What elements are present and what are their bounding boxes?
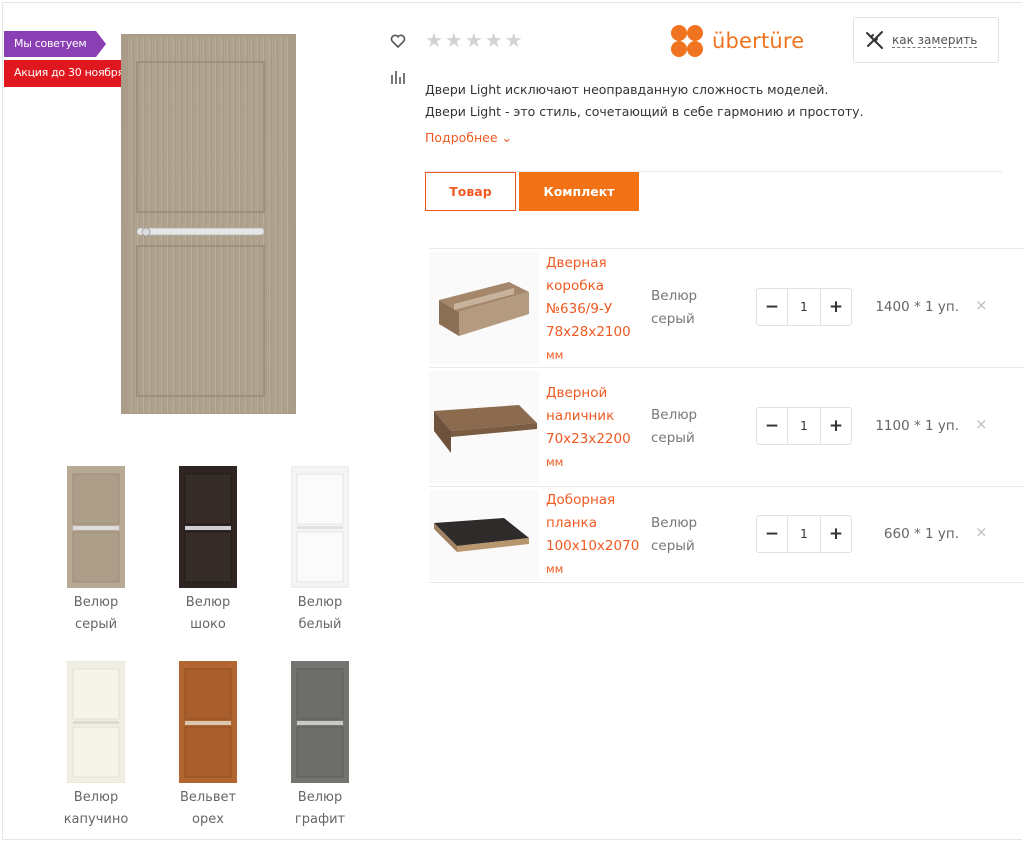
variant-label-line-2: белый <box>298 617 342 632</box>
quantity-input[interactable]: 1 <box>787 516 821 552</box>
how-to-measure-button[interactable]: как замерить <box>853 17 999 63</box>
remove-icon[interactable]: × <box>975 296 988 314</box>
product-name[interactable]: Дверная коробка №636/9-У 78х28х2100 мм <box>546 252 646 367</box>
variant-thumb[interactable]: Велюр серый <box>40 466 152 636</box>
product-name-text[interactable]: Доборная планка 100х10х2070 <box>546 492 639 554</box>
ubertuere-logo-icon <box>671 25 703 57</box>
table-bottom-border <box>429 582 1024 583</box>
quantity-input[interactable]: 1 <box>787 289 821 325</box>
rating-stars[interactable]: ★★★★★ <box>425 28 525 52</box>
product-finish: Велюр серый <box>651 285 697 331</box>
quantity-stepper: − 1 + <box>756 515 852 553</box>
increase-button[interactable]: + <box>821 516 851 552</box>
recommend-badge: Мы советуем <box>4 31 107 57</box>
variant-thumb[interactable]: Велюр капучино <box>40 661 152 831</box>
description-line-1: Двери Light исключают неоправданную слож… <box>425 82 829 97</box>
main-door-image[interactable] <box>121 34 296 414</box>
product-unit: мм <box>546 562 564 576</box>
product-name-text[interactable]: Дверной наличник 70х23х2200 <box>546 385 631 447</box>
variant-label-line-2: шоко <box>190 617 226 632</box>
variant-label-line-2: графит <box>294 812 346 827</box>
ruler-pencil-icon <box>866 31 883 49</box>
product-name[interactable]: Доборная планка 100х10х2070 мм <box>546 489 646 581</box>
finish-line-2: серый <box>651 538 695 554</box>
quantity-stepper: − 1 + <box>756 288 852 326</box>
variant-label-line-2: серый <box>74 617 118 632</box>
variant-label-line-1: Вельвет <box>179 790 237 805</box>
product-unit: мм <box>546 455 564 469</box>
brand-name: übertüre <box>712 29 805 53</box>
variant-label-line-2: орех <box>192 812 224 827</box>
brand-logo: übertüre <box>670 24 804 58</box>
product-price: 1100 * 1 уп. <box>875 418 959 434</box>
remove-icon[interactable]: × <box>975 523 988 541</box>
finish-line-2: серый <box>651 311 695 327</box>
variant-thumb[interactable]: Вельвет орех <box>152 661 264 831</box>
variant-label-line-2: капучино <box>63 812 129 827</box>
variant-label-line-1: Велюр <box>73 595 119 610</box>
variant-thumb[interactable]: Велюр графит <box>264 661 376 831</box>
decrease-button[interactable]: − <box>757 516 787 552</box>
variant-label-line-1: Велюр <box>297 595 343 610</box>
product-finish: Велюр серый <box>651 512 697 558</box>
variant-door-image <box>67 661 125 783</box>
product-finish: Велюр серый <box>651 404 697 450</box>
increase-button[interactable]: + <box>821 408 851 444</box>
product-unit: мм <box>546 348 564 362</box>
extension-board-image <box>429 490 539 580</box>
finish-line-1: Велюр <box>651 515 698 531</box>
variant-door-image <box>67 466 125 588</box>
product-price: 660 * 1 уп. <box>883 526 959 542</box>
variant-label-line-1: Велюр <box>297 790 343 805</box>
product-name[interactable]: Дверной наличник 70х23х2200 мм <box>546 382 646 474</box>
how-to-measure-label: как замерить <box>892 32 978 48</box>
decrease-button[interactable]: − <box>757 289 787 325</box>
variant-door-image <box>179 466 237 588</box>
quantity-input[interactable]: 1 <box>787 408 821 444</box>
variant-door-image <box>291 661 349 783</box>
product-name-text[interactable]: Дверная коробка №636/9-У 78х28х2100 <box>546 255 631 340</box>
remove-icon[interactable]: × <box>975 415 988 433</box>
heart-icon[interactable] <box>388 33 408 53</box>
finish-line-1: Велюр <box>651 407 698 423</box>
more-link[interactable]: Подробнее ⌄ <box>425 130 512 145</box>
variant-label-line-1: Велюр <box>73 790 119 805</box>
table-row: Дверной наличник 70х23х2200 мм Велюр сер… <box>429 368 1024 486</box>
variant-thumb[interactable]: Велюр шоко <box>152 466 264 636</box>
table-row: Доборная планка 100х10х2070 мм Велюр сер… <box>429 487 1024 582</box>
variant-door-image <box>291 466 349 588</box>
finish-line-2: серый <box>651 430 695 446</box>
variant-label-line-1: Велюр <box>185 595 231 610</box>
table-row: Дверная коробка №636/9-У 78х28х2100 мм В… <box>429 249 1024 367</box>
decrease-button[interactable]: − <box>757 408 787 444</box>
increase-button[interactable]: + <box>821 289 851 325</box>
quantity-stepper: − 1 + <box>756 407 852 445</box>
finish-line-1: Велюр <box>651 288 698 304</box>
variant-door-image <box>179 661 237 783</box>
bar-chart-icon[interactable] <box>388 69 408 89</box>
tab-set[interactable]: Комплект <box>519 172 639 211</box>
door-frame-image <box>429 252 539 364</box>
product-price: 1400 * 1 уп. <box>875 299 959 315</box>
tab-product[interactable]: Товар <box>425 172 516 211</box>
door-trim-image <box>429 371 539 483</box>
description-line-2: Двери Light - это стиль, сочетающий в се… <box>425 104 864 119</box>
variant-thumb[interactable]: Велюр белый <box>264 466 376 636</box>
